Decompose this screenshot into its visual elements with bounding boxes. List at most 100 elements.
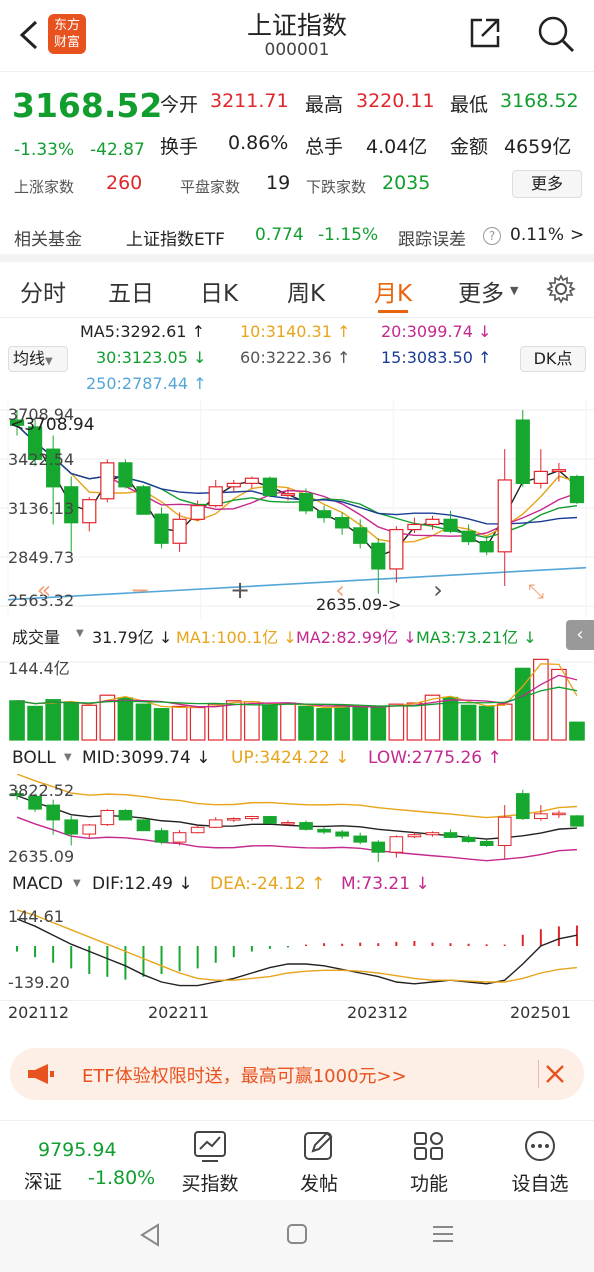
dk-point-button[interactable]: DK点 [520,346,586,372]
last-price: 3168.52 [12,86,163,125]
candle-body [353,527,368,544]
settings-gear-icon[interactable] [546,274,576,304]
boll-candle-body [245,816,259,820]
chart-control-icon[interactable]: − [130,576,150,604]
more-button[interactable]: 更多 [512,170,582,198]
nav-menu-icon[interactable] [430,1222,456,1246]
candle-body [497,479,512,553]
volume-bar [135,703,152,741]
kline-chart[interactable]: 3708.943422.543136.132849.732563.32<3708… [0,400,594,618]
down-count-label: 下跌家数 [306,178,367,196]
volume-bar [298,705,314,741]
related-fund-row[interactable]: 相关基金 上证指数ETF 0.774 -1.15% 跟踪误差 ? 0.11% > [0,212,594,262]
y-tick-label: 2849.73 [8,548,74,567]
volume-ma3: MA3:73.21亿 ↓ [416,628,537,647]
megaphone-icon [26,1062,56,1086]
nav-home-icon[interactable] [285,1222,309,1246]
date-label: 202312 [347,1003,409,1022]
shenzhen-index-ticker[interactable]: 9795.94 深证 -1.80% [0,1121,160,1201]
bottom-action-bar: 9795.94 深证 -1.80% 买指数 发帖 功能 设自选 [0,1120,594,1200]
macd-chart[interactable]: 144.61 -139.20 [0,900,594,996]
volume-bar [478,705,495,741]
chart-control-icon[interactable]: + [230,576,250,604]
candle-body [407,523,422,531]
boll-chart[interactable]: 3822.52 2635.09 [0,774,594,868]
volume-bar [225,700,242,741]
sz-index-name: 深证 [24,1171,63,1193]
boll-candle-body [172,832,187,843]
boll-candle-body [82,824,97,835]
volume-bar [189,706,206,741]
volume-ma-line [16,663,578,709]
tab-daily-k[interactable]: 日K [200,274,238,308]
active-tab-indicator [378,310,408,313]
boll-candle-body [371,841,386,853]
sz-index-value: 9795.94 [38,1139,117,1161]
tab-monthly-k[interactable]: 月K [374,274,412,308]
candle-body [154,513,169,544]
volume-selector[interactable]: 成交量 [12,624,60,648]
expand-icon[interactable]: ⤡ [528,579,544,603]
collapse-panel-button[interactable]: ‹ [566,620,594,650]
dropdown-caret-icon: ▼ [510,284,519,297]
boll-min-label: 2635.09 [8,847,74,866]
buy-index-button[interactable]: 买指数 [175,1125,245,1197]
ma-selector[interactable]: 均线▼ [8,346,68,372]
volume-ma2: MA2:82.99亿 ↓ [296,628,417,647]
volume-max-label: 144.4亿 [8,659,70,678]
macd-min-label: -139.20 [8,973,70,992]
volume-value: 4.04亿 [366,136,428,158]
post-label: 发帖 [299,1173,338,1195]
sz-index-change: -1.80% [88,1167,156,1189]
volume-bar [352,705,369,741]
candle-body [569,475,585,504]
candle-body [298,493,314,512]
dif-line [16,918,578,987]
volume-current: 31.79亿 ↓ [92,628,173,647]
quote-panel: 3168.52 -1.33% -42.87 今开 3211.71 最高 3220… [0,72,594,212]
caret-down-icon: ▼ [64,752,72,763]
chart-control-icon[interactable]: « [37,576,52,604]
share-icon[interactable] [468,16,502,50]
caret-down-icon: ▼ [76,628,84,639]
candle-body [172,518,187,544]
tab-5day[interactable]: 五日 [108,274,154,308]
chart-control-icon[interactable]: ‹ [335,576,345,604]
boll-selector[interactable]: BOLL [12,748,56,768]
chart-control-icon[interactable]: › [433,576,443,604]
volume-chart[interactable]: 144.4亿 [0,650,594,742]
macd-selector[interactable]: MACD [12,874,63,894]
function-button[interactable]: 功能 [394,1125,464,1197]
ma20-value: 20:3099.74 ↓ [381,322,492,341]
function-label: 功能 [409,1173,448,1195]
candle-body [316,510,332,519]
add-watchlist-label: 设自选 [511,1173,569,1195]
ma-legend: 均线▼ MA5:3292.61 ↑ 10:3140.31 ↑ 20:3099.7… [0,320,594,398]
volume-bar [496,703,513,741]
close-icon[interactable] [538,1060,566,1088]
volume-bar [442,696,459,741]
add-watchlist-button[interactable]: 设自选 [500,1125,580,1197]
promo-banner[interactable]: ETF体验权限时送，最高可赢1000元>> [10,1048,584,1100]
high-label: 最高 [305,94,344,116]
promo-text: ETF体验权限时送，最高可赢1000元>> [82,1066,407,1087]
help-icon[interactable]: ? [483,227,501,245]
candle-body [190,505,205,520]
tab-weekly-k[interactable]: 周K [287,274,325,308]
boll-candle-body [46,804,60,821]
flat-count: 19 [266,172,291,194]
tab-more[interactable]: 更多 [458,274,504,308]
chevron-right-icon: > [570,225,585,245]
volume-bar [533,658,549,741]
tab-intraday[interactable]: 分时 [20,274,66,308]
boll-up: UP:3424.22 ↓ [231,748,350,768]
ma250-value: 250:2787.44 ↑ [86,374,207,393]
down-count: 2035 [382,172,431,194]
volume-bar [27,705,43,741]
search-icon[interactable] [536,14,576,54]
boll-candle-body [389,836,404,853]
nav-back-icon[interactable] [138,1222,162,1248]
post-button[interactable]: 发帖 [284,1125,354,1197]
date-label: 202501 [510,1003,572,1022]
volume-bar [388,703,405,741]
